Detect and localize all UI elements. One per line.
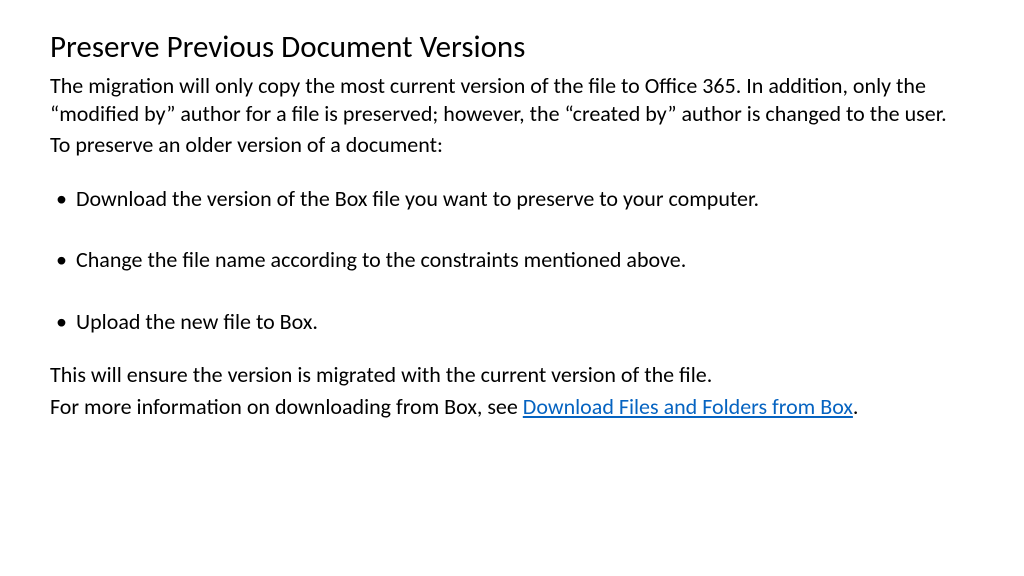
download-files-link[interactable]: Download Files and Folders from Box (523, 393, 853, 420)
list-item: Change the file name according to the co… (54, 246, 974, 274)
intro-paragraph-1: The migration will only copy the most cu… (50, 72, 974, 127)
list-item: Upload the new file to Box. (54, 308, 974, 336)
list-item: Download the version of the Box file you… (54, 185, 974, 213)
closing-paragraph-1: This will ensure the version is migrated… (50, 361, 974, 389)
closing-prefix: For more information on downloading from… (50, 393, 523, 420)
steps-list: Download the version of the Box file you… (50, 185, 974, 336)
page-title: Preserve Previous Document Versions (50, 28, 974, 66)
closing-paragraph-2: For more information on downloading from… (50, 393, 974, 421)
intro-paragraph-2: To preserve an older version of a docume… (50, 131, 974, 159)
closing-suffix: . (853, 393, 859, 420)
